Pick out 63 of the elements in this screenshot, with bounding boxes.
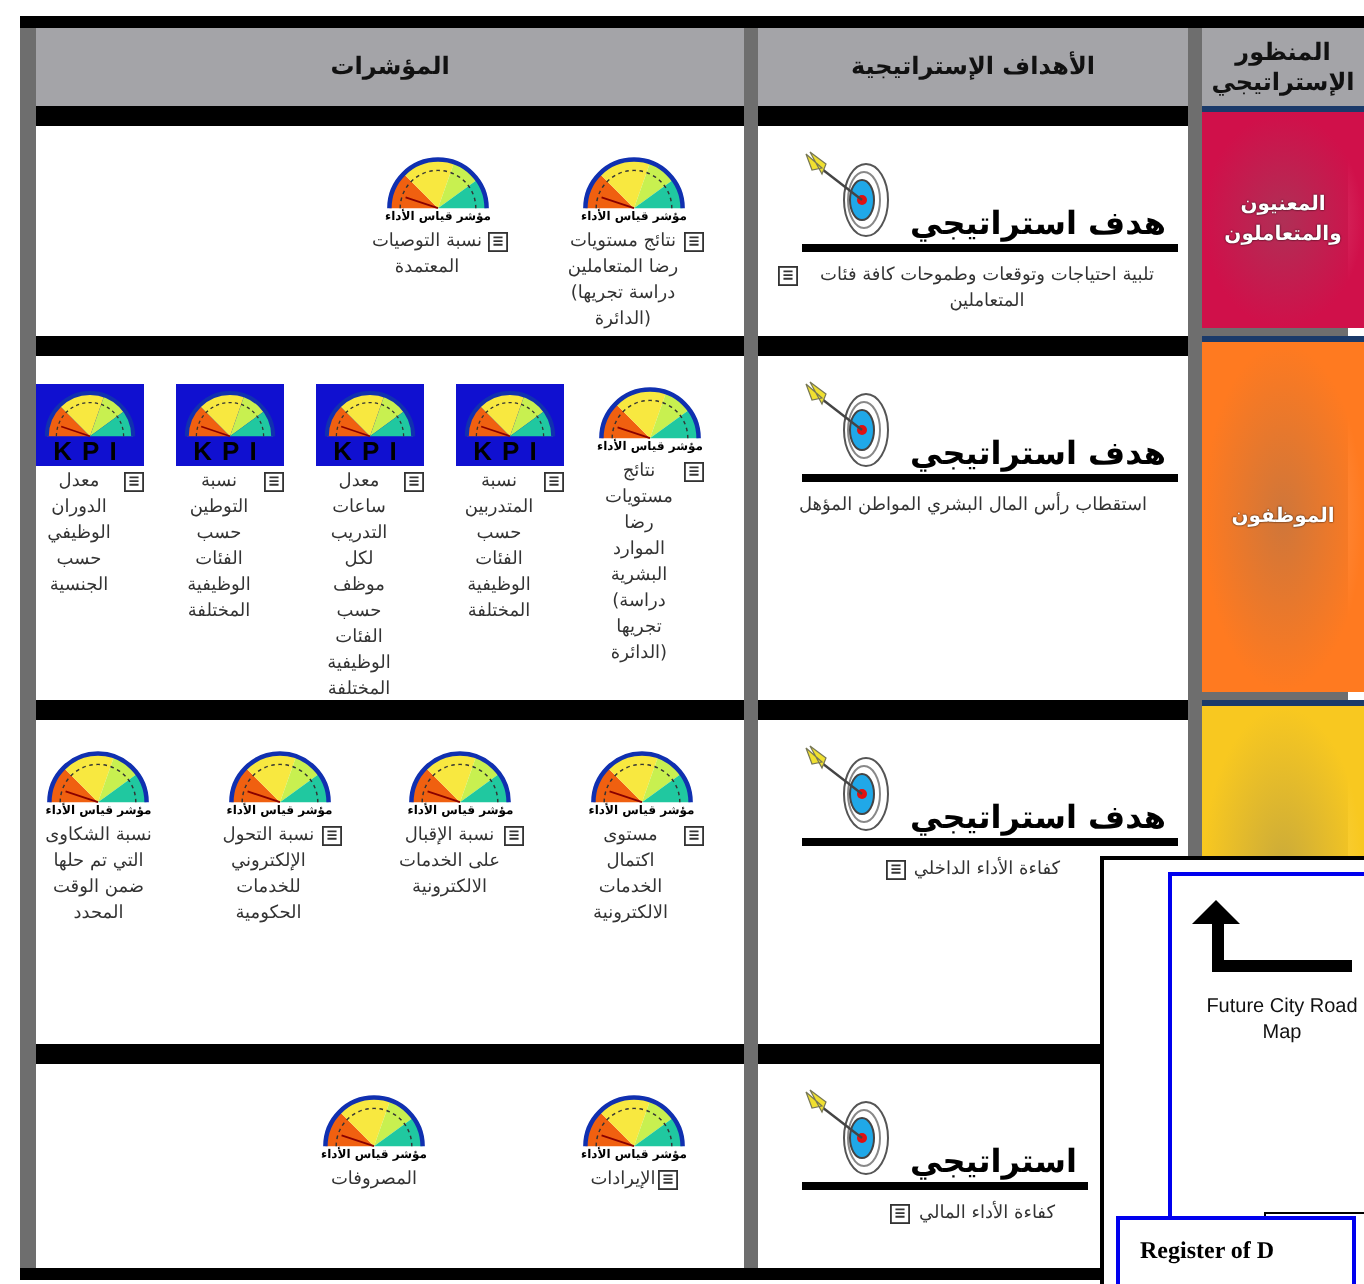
map-title: Future City Road Map <box>1204 996 1360 1046</box>
indicator-label: معدل ساعات التدريب لكل موظف حسب الفئات الوظيفية المختلفة <box>325 469 393 704</box>
note-icon[interactable] <box>890 1204 911 1224</box>
gauge-icon <box>596 384 704 441</box>
gauge-icon <box>580 154 688 211</box>
objective-description: تلبية احتياجات وتوقعات وطموحات كافة فئات المتعاملين <box>818 264 1156 315</box>
note-icon[interactable] <box>657 1170 678 1191</box>
objective-title: هدف استراتيجي <box>910 434 1166 472</box>
note-icon[interactable] <box>684 232 704 253</box>
indicator-label: مستوى اكتمال الخدمات الالكترونية <box>591 824 670 929</box>
register-box: Register of D <box>1116 1216 1356 1284</box>
gauge-icon <box>462 388 558 438</box>
indicator-label: نسبة التوطين حسب الفئات الوظيفية المختلفة <box>185 469 253 626</box>
indicator-label: نتائج مستويات رضا الموارد البشرية دراسة) تجريها (الدائرة <box>603 460 675 669</box>
gauge-icon <box>322 388 418 438</box>
note-icon[interactable] <box>488 232 508 253</box>
gauge-icon <box>587 748 696 805</box>
note-icon[interactable] <box>503 826 523 847</box>
column-header: الأهداف الإستراتيجية <box>758 28 1188 106</box>
objective-description: كفاءة الأداء المالي <box>918 1202 1056 1228</box>
target-arrow-icon <box>802 150 894 242</box>
gauge-icon <box>580 1092 688 1149</box>
objective-title: هدف استراتيجي <box>910 204 1166 242</box>
indicator-label: نسبة الشكاوى التي تم حلها ضمن الوقت المحدد <box>43 824 154 929</box>
kpi-label: KPI <box>333 437 407 466</box>
gauge-icon <box>225 748 334 805</box>
gauge-icon <box>42 388 138 438</box>
indicator-label: نسبة التوصيات المعتمدة <box>369 230 485 283</box>
column-header: المؤشرات <box>36 28 744 106</box>
gauge-icon <box>44 748 153 805</box>
target-arrow-icon <box>802 744 894 836</box>
objective-description: كفاءة الأداء الداخلي <box>913 858 1061 884</box>
indicator-label: نسبة المتدربين حسب الفئات الوظيفية المختلفة <box>462 469 536 626</box>
objective-title: استراتيجي <box>910 1142 1077 1180</box>
note-icon[interactable] <box>684 826 704 847</box>
note-icon[interactable] <box>322 826 342 847</box>
indicator-label: نتائج مستويات رضا المتعاملين دراسة تجريها) (الدائرة <box>565 230 681 335</box>
indicator-label: نسبة التحول الإلكتروني للخدمات الحكومية <box>220 824 317 929</box>
gauge-icon <box>182 388 278 438</box>
note-icon[interactable] <box>124 471 144 492</box>
note-icon[interactable] <box>778 266 798 286</box>
note-icon[interactable] <box>404 471 424 492</box>
indicator-label: الإيرادات <box>590 1168 656 1195</box>
indicator-label: المصروفات <box>330 1168 418 1195</box>
target-arrow-icon <box>802 380 894 472</box>
note-icon[interactable] <box>684 462 704 483</box>
gauge-icon <box>320 1092 428 1149</box>
column-header: المنظور الإستراتيجي <box>1202 28 1364 106</box>
perspective-label: المعنيون والمتعاملون <box>1222 192 1344 250</box>
kpi-label: KPI <box>53 437 127 466</box>
objective-description: استقطاب رأس المال البشري المواطن المؤهل <box>798 494 1148 520</box>
note-icon[interactable] <box>544 471 564 492</box>
perspective-label: الموظفون <box>1229 504 1337 532</box>
target-arrow-icon <box>802 1088 894 1180</box>
indicator-label: نسبة الإقبال على الخدمات الالكترونية <box>398 824 501 903</box>
gauge-icon <box>384 154 492 211</box>
note-icon[interactable] <box>264 471 284 492</box>
kpi-label: KPI <box>473 437 547 466</box>
note-icon[interactable] <box>885 860 906 880</box>
kpi-label: KPI <box>193 437 267 466</box>
objective-title: هدف استراتيجي <box>910 798 1166 836</box>
gauge-icon <box>406 748 515 805</box>
indicator-label: معدل الدوران الوظيفي حسب الجنسية <box>45 469 113 600</box>
